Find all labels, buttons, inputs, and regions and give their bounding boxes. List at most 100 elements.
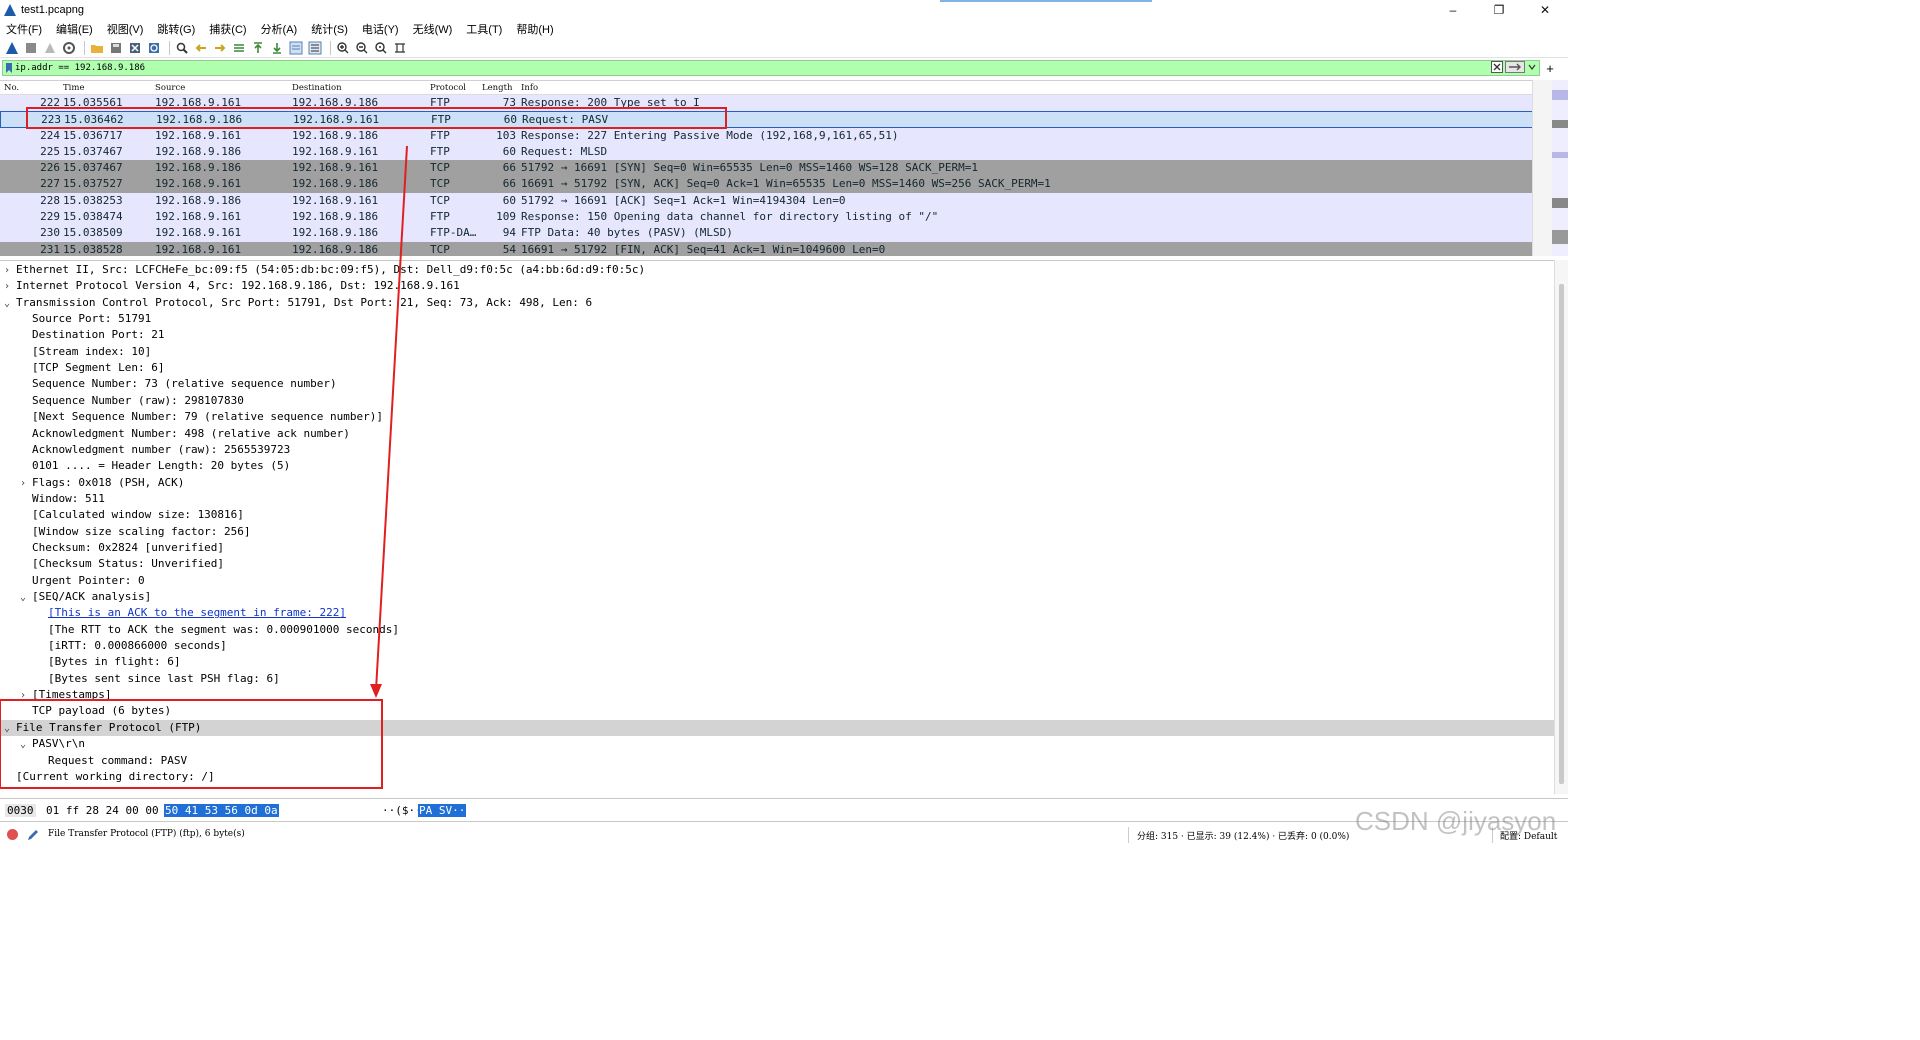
menu-capture[interactable]: 捕获(C) xyxy=(209,21,246,37)
detail-row[interactable]: ⌄ File Transfer Protocol (FTP) xyxy=(0,719,1554,737)
menu-go[interactable]: 跳转(G) xyxy=(157,21,195,37)
zoom-reset-icon[interactable] xyxy=(373,40,389,56)
detail-row[interactable]: [Stream index: 10] xyxy=(0,344,1554,360)
menu-statistics[interactable]: 统计(S) xyxy=(311,21,348,37)
detail-row[interactable]: › Internet Protocol Version 4, Src: 192.1… xyxy=(0,278,1554,294)
stop-capture-icon[interactable] xyxy=(23,40,39,56)
auto-scroll-icon[interactable] xyxy=(288,40,304,56)
menu-tools[interactable]: 工具(T) xyxy=(466,21,502,37)
detail-row[interactable]: TCP payload (6 bytes) xyxy=(0,703,1554,719)
detail-row[interactable]: [Window size scaling factor: 256] xyxy=(0,524,1554,540)
start-capture-icon[interactable] xyxy=(4,40,20,56)
close-button[interactable]: ✕ xyxy=(1522,0,1568,19)
details-scrollbar-thumb[interactable] xyxy=(1559,284,1564,784)
expand-arrow-down-icon[interactable]: ⌄ xyxy=(20,590,32,606)
detail-row[interactable]: Destination Port: 21 xyxy=(0,327,1554,343)
detail-row[interactable]: Sequence Number: 73 (relative sequence n… xyxy=(0,376,1554,392)
detail-row[interactable]: [Bytes in flight: 6] xyxy=(0,654,1554,670)
go-to-packet-icon[interactable] xyxy=(231,40,247,56)
detail-row[interactable]: › Ethernet II, Src: LCFCHeFe_bc:09:f5 (54… xyxy=(0,262,1554,278)
packet-row[interactable]: 228 15.038253 192.168.9.186 192.168.9.161 TC… xyxy=(0,192,1552,210)
detail-row[interactable]: Window: 511 xyxy=(0,491,1554,507)
go-first-packet-icon[interactable] xyxy=(250,40,266,56)
find-packet-icon[interactable] xyxy=(174,40,190,56)
reload-file-icon[interactable] xyxy=(146,40,162,56)
maximize-button[interactable]: ❐ xyxy=(1476,0,1522,19)
expand-arrow-down-icon[interactable]: ⌄ xyxy=(20,737,32,753)
column-length[interactable]: Length xyxy=(482,83,512,93)
hex-bytes-selected[interactable]: 50 41 53 56 0d 0a xyxy=(164,804,279,817)
detail-row[interactable]: 0101 .... = Header Length: 20 bytes (5) xyxy=(0,458,1554,474)
resize-columns-icon[interactable] xyxy=(392,40,408,56)
restart-capture-icon[interactable] xyxy=(42,40,58,56)
detail-row[interactable]: Sequence Number (raw): 298107830 xyxy=(0,393,1554,409)
go-forward-icon[interactable] xyxy=(212,40,228,56)
add-filter-button-icon[interactable]: + xyxy=(1543,60,1557,76)
column-source[interactable]: Source xyxy=(155,83,185,93)
menu-file[interactable]: 文件(F) xyxy=(6,21,42,37)
detail-link-row[interactable]: [This is an ACK to the segment in frame:… xyxy=(0,605,1554,621)
detail-row[interactable]: [TCP Segment Len: 6] xyxy=(0,360,1554,376)
detail-row[interactable]: ⌄ [SEQ/ACK analysis] xyxy=(0,589,1554,605)
packet-row[interactable]: 230 15.038509 192.168.9.161 192.168.9.186 FT… xyxy=(0,225,1552,242)
clear-filter-icon[interactable] xyxy=(1491,60,1503,76)
zoom-in-icon[interactable] xyxy=(335,40,351,56)
menu-edit[interactable]: 编辑(E) xyxy=(56,21,93,37)
column-protocol[interactable]: Protocol xyxy=(430,83,466,93)
menu-telephony[interactable]: 电话(Y) xyxy=(362,21,399,37)
expand-arrow-right-icon[interactable]: › xyxy=(20,476,32,492)
packet-row[interactable]: 226 15.037467 192.168.9.186 192.168.9.161 TC… xyxy=(0,160,1552,177)
expert-info-icon[interactable] xyxy=(7,829,18,840)
save-file-icon[interactable] xyxy=(108,40,124,56)
detail-row[interactable]: › Flags: 0x018 (PSH, ACK) xyxy=(0,475,1554,491)
expand-arrow-right-icon[interactable]: › xyxy=(4,263,16,279)
detail-row[interactable]: ⌄ PASV\r\n xyxy=(0,736,1554,752)
go-back-icon[interactable] xyxy=(193,40,209,56)
expand-arrow-down-icon[interactable]: ⌄ xyxy=(4,296,16,312)
packet-row[interactable]: 227 15.037527 192.168.9.161 192.168.9.186 TC… xyxy=(0,176,1552,193)
detail-row[interactable]: [iRTT: 0.000866000 seconds] xyxy=(0,638,1554,654)
packet-row-selected[interactable]: 223 15.036462 192.168.9.186 192.168.9.161 FT… xyxy=(0,111,1552,128)
menu-help[interactable]: 帮助(H) xyxy=(516,21,553,37)
apply-filter-icon[interactable] xyxy=(1505,60,1525,76)
minimize-button[interactable]: – xyxy=(1430,0,1476,19)
detail-row[interactable]: [The RTT to ACK the segment was: 0.00090… xyxy=(0,622,1554,638)
detail-row[interactable]: [Bytes sent since last PSH flag: 6] xyxy=(0,671,1554,687)
open-file-icon[interactable] xyxy=(89,40,105,56)
detail-row[interactable]: Acknowledgment number (raw): 2565539723 xyxy=(0,442,1554,458)
detail-row[interactable]: [Next Sequence Number: 79 (relative sequ… xyxy=(0,409,1554,425)
capture-options-icon[interactable] xyxy=(61,40,77,56)
close-file-icon[interactable] xyxy=(127,40,143,56)
expand-arrow-down-icon[interactable]: ⌄ xyxy=(4,721,16,737)
detail-row[interactable]: [Current working directory: /] xyxy=(0,769,1554,785)
go-last-packet-icon[interactable] xyxy=(269,40,285,56)
filter-bookmark-icon[interactable] xyxy=(3,61,15,75)
display-filter-input[interactable] xyxy=(15,61,1475,75)
detail-row[interactable]: Checksum: 0x2824 [unverified] xyxy=(0,540,1554,556)
packet-row[interactable]: 222 15.035561 192.168.9.161 192.168.9.186 FT… xyxy=(0,95,1552,112)
packet-row[interactable]: 229 15.038474 192.168.9.161 192.168.9.186 FT… xyxy=(0,209,1552,226)
expand-arrow-right-icon[interactable]: › xyxy=(4,279,16,295)
column-info[interactable]: Info xyxy=(521,83,538,93)
packet-list-minimap[interactable] xyxy=(1552,80,1568,256)
details-scrollbar[interactable] xyxy=(1554,260,1568,794)
menu-view[interactable]: 视图(V) xyxy=(107,21,144,37)
zoom-out-icon[interactable] xyxy=(354,40,370,56)
detail-row[interactable]: ⌄ Transmission Control Protocol, Src Port… xyxy=(0,295,1554,311)
detail-row[interactable]: Source Port: 51791 xyxy=(0,311,1554,327)
column-time[interactable]: Time xyxy=(63,83,84,93)
packet-row[interactable]: 224 15.036717 192.168.9.161 192.168.9.186 FT… xyxy=(0,127,1552,144)
hex-bytes[interactable]: 01 ff 28 24 00 00 xyxy=(46,804,159,817)
column-no[interactable]: No. xyxy=(4,83,19,93)
ascii-bytes-selected[interactable]: PA SV·· xyxy=(418,804,467,817)
detail-row[interactable]: Acknowledgment Number: 498 (relative ack… xyxy=(0,426,1554,442)
detail-row[interactable]: [Checksum Status: Unverified] xyxy=(0,556,1554,572)
packet-list-scrollbar[interactable] xyxy=(1532,80,1552,256)
detail-row[interactable]: Urgent Pointer: 0 xyxy=(0,573,1554,589)
ascii-bytes[interactable]: ··($·· xyxy=(382,804,422,817)
colorize-icon[interactable] xyxy=(307,40,323,56)
menu-analyze[interactable]: 分析(A) xyxy=(261,21,298,37)
menu-wireless[interactable]: 无线(W) xyxy=(413,21,453,37)
detail-row[interactable]: › [Timestamps] xyxy=(0,687,1554,703)
edit-comment-icon[interactable] xyxy=(26,828,40,842)
